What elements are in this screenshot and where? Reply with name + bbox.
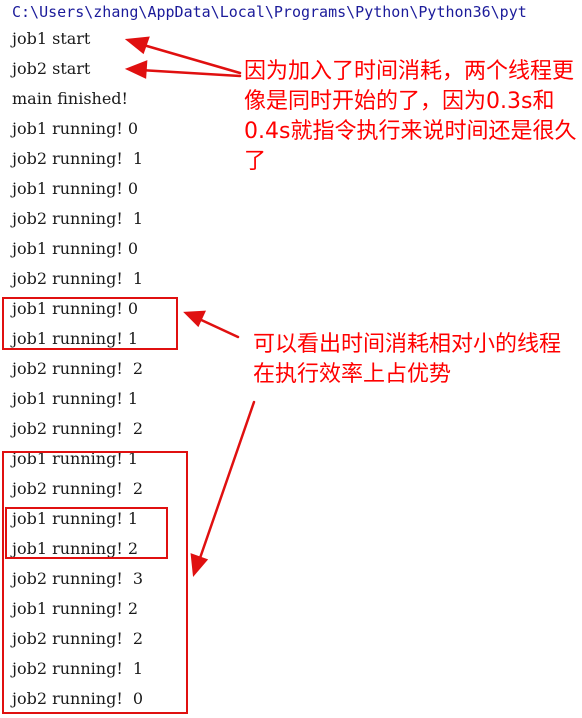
annotation-note: 可以看出时间消耗相对小的线程在执行效率上占优势 [253,332,562,387]
console-line: job2 running! 1 [12,209,144,228]
highlight-box [2,297,178,350]
console-line: job2 running! 2 [12,419,144,438]
annotation-note: 因为加入了时间消耗，两个线程更像是同时开始的了，因为0.3s和0.4s就指令执行… [244,59,577,174]
window-title-path: C:\Users\zhang\AppData\Local\Programs\Py… [12,3,527,21]
console-line: job1 running! 0 [12,179,139,198]
console-line: job1 running! 0 [12,239,139,258]
console-line: job1 start [12,29,91,48]
highlight-box [5,507,168,559]
console-line: job2 running! 1 [12,269,144,288]
highlight-box [2,451,188,714]
